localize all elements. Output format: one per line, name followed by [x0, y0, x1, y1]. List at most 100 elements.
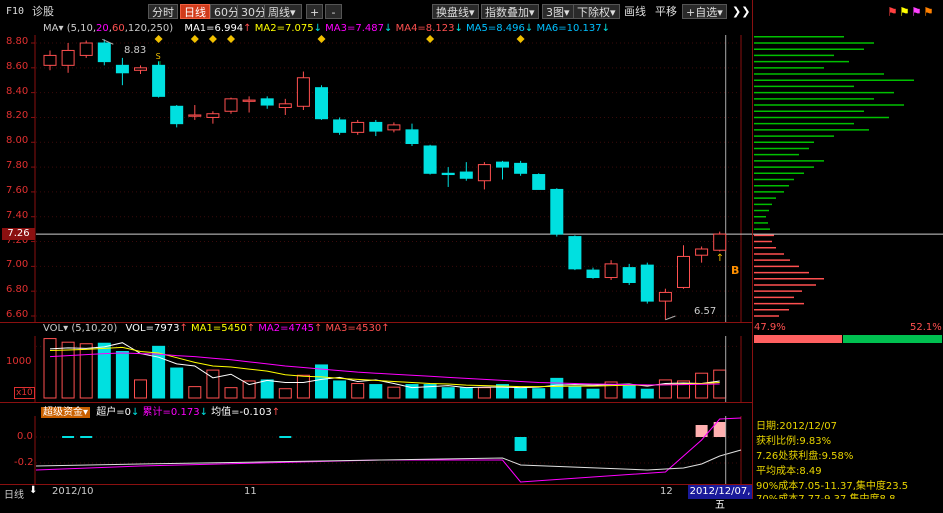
- candle-up: [43, 54, 57, 66]
- vol-legend: VOL▾ (5,10,20) VOL=7973↑ MA1=5450↑ MA2=4…: [43, 323, 390, 334]
- candle-down: [260, 98, 274, 106]
- price-axis-label: 8.20: [6, 110, 29, 122]
- volume-bar-down: [622, 385, 636, 399]
- add-watchlist-dropdown[interactable]: +自选▾: [682, 4, 727, 19]
- profit-ratio: 获利比例:9.83%: [756, 436, 832, 447]
- candle-down: [369, 121, 383, 132]
- chevron-down-icon[interactable]: ▾: [58, 23, 63, 34]
- index-overlay-dropdown[interactable]: 指数叠加▾: [481, 4, 539, 19]
- volume-bar-down: [550, 377, 564, 399]
- candle-down: [152, 64, 166, 97]
- fund-bar-down: [80, 436, 93, 438]
- loss-bar: [843, 335, 942, 343]
- signal-diamond-icon: [317, 35, 326, 43]
- date-tick-nov: 11: [244, 486, 257, 497]
- low-price-label: 6.57: [694, 306, 717, 317]
- vol-axis-1000: 1000: [6, 356, 32, 367]
- ma-legend-title[interactable]: MA: [43, 23, 58, 34]
- huanpan-label: 换盘线: [436, 6, 469, 19]
- volume-bar-down: [115, 351, 129, 399]
- volume-bar-down: [170, 367, 184, 399]
- arrow-down-icon: ↓: [524, 23, 534, 34]
- volume-bar-up: [695, 372, 709, 399]
- volume-chart-pane[interactable]: 1000 x10: [0, 336, 752, 402]
- chip-histogram: [753, 36, 943, 317]
- price-axis-label: 8.60: [6, 60, 29, 72]
- candle-up: [713, 233, 727, 251]
- flag-magenta-icon[interactable]: ⚑: [911, 5, 922, 19]
- vol-value: VOL=7973: [125, 323, 180, 334]
- stock-name: 诊股: [32, 5, 54, 18]
- cursor-date-tag: 2012/12/07,五: [688, 485, 752, 511]
- flag-orange-icon[interactable]: ⚑: [923, 5, 934, 19]
- candle-down: [496, 161, 509, 168]
- vol-ma3-value: MA3=4530: [325, 323, 382, 334]
- tab-zhouxian-label: 周线: [268, 6, 290, 19]
- flag-red-icon[interactable]: ⚑: [887, 5, 898, 19]
- chip-pct-left: 47.9%: [754, 322, 786, 333]
- volume-bar-up: [296, 374, 310, 399]
- candle-down: [568, 236, 582, 270]
- vol-axis-unit: x10: [14, 387, 35, 399]
- arrow-up-icon: ↑: [716, 253, 724, 264]
- chevron-down-icon[interactable]: ▾: [63, 323, 68, 334]
- signal-diamond-icon: [516, 35, 525, 43]
- fund-bar-down: [62, 436, 75, 438]
- ma-legend: MA▾ (5,10,20,60,120,250) MA1=6.994↑ MA2=…: [43, 23, 611, 34]
- chevron-down-icon: ▾: [469, 6, 475, 19]
- fund-axis-0: 0.0: [17, 431, 33, 442]
- fund-flow-chart[interactable]: [0, 416, 752, 484]
- candle-up: [677, 255, 690, 288]
- flag-yellow-icon[interactable]: ⚑: [899, 5, 910, 19]
- fund-bar-down: [279, 436, 292, 438]
- arrow-down-icon[interactable]: ⬇: [29, 485, 37, 496]
- candle-up: [61, 49, 75, 66]
- pan-button[interactable]: 平移: [655, 4, 677, 19]
- expand-panel-button[interactable]: ❯❯: [732, 4, 750, 19]
- volume-bar-up: [351, 383, 365, 399]
- zoom-out-button[interactable]: -: [325, 4, 342, 19]
- arrow-up-icon: ↑: [179, 323, 188, 334]
- vol-legend-title[interactable]: VOL: [43, 323, 63, 334]
- price-axis-label: 7.00: [6, 259, 29, 271]
- candle-up: [134, 67, 147, 71]
- candle-down: [333, 119, 347, 133]
- signal-diamond-icon: [208, 35, 217, 43]
- signal-diamond-icon: [426, 35, 435, 43]
- f10-button[interactable]: F10: [6, 4, 24, 19]
- multi-chart-dropdown[interactable]: 3图▾: [542, 4, 574, 19]
- chevron-down-icon: ▾: [564, 6, 570, 19]
- candle-down: [405, 129, 419, 145]
- ma2-value: MA2=7.075: [254, 23, 314, 34]
- vol-params: (5,10,20): [71, 323, 118, 334]
- draw-line-button[interactable]: 画线: [624, 4, 646, 19]
- volume-bar-up: [387, 386, 401, 399]
- tab-rixian[interactable]: 日线: [180, 4, 210, 19]
- price-chart-pane[interactable]: S⇓↑ 8.808.608.408.208.007.807.607.407.20…: [0, 35, 752, 322]
- toolbar: F10 诊股 分时 日线 60分 30分 周线▾ + - 换盘线▾ 指数叠加▾ …: [0, 0, 752, 22]
- ma-param-20: 20: [96, 23, 109, 34]
- tab-fenshi[interactable]: 分时: [148, 4, 178, 19]
- candlestick-chart[interactable]: S⇓↑: [0, 35, 752, 322]
- ex-rights-dropdown[interactable]: 下除权▾: [573, 4, 620, 19]
- buy-signal-label: B: [731, 264, 740, 277]
- cost-70-range: 70%成本7.77-9.37,集中度8.8: [756, 490, 895, 499]
- zoom-in-button[interactable]: +: [306, 4, 323, 19]
- candle-up: [242, 99, 256, 102]
- date-tick-dec: 12: [660, 486, 673, 497]
- chevron-down-icon: ▾: [717, 6, 723, 19]
- fund-cumulative-line: [35, 417, 742, 483]
- volume-chart[interactable]: [0, 336, 752, 402]
- candle-down: [514, 162, 528, 174]
- tab-zhouxian[interactable]: 周线▾: [264, 4, 302, 19]
- fund-chart-pane[interactable]: 0.0 -0.2: [0, 416, 752, 484]
- volume-bar-down: [97, 342, 111, 399]
- volume-bar-up: [134, 379, 147, 399]
- volume-bar-down: [333, 380, 347, 399]
- volume-bar-down: [441, 387, 455, 399]
- candle-down: [640, 264, 654, 302]
- current-price-tag: 7.26: [2, 228, 35, 240]
- huanpan-dropdown[interactable]: 换盘线▾: [432, 4, 479, 19]
- fund-bar-down: [514, 437, 527, 451]
- candle-up: [477, 164, 491, 182]
